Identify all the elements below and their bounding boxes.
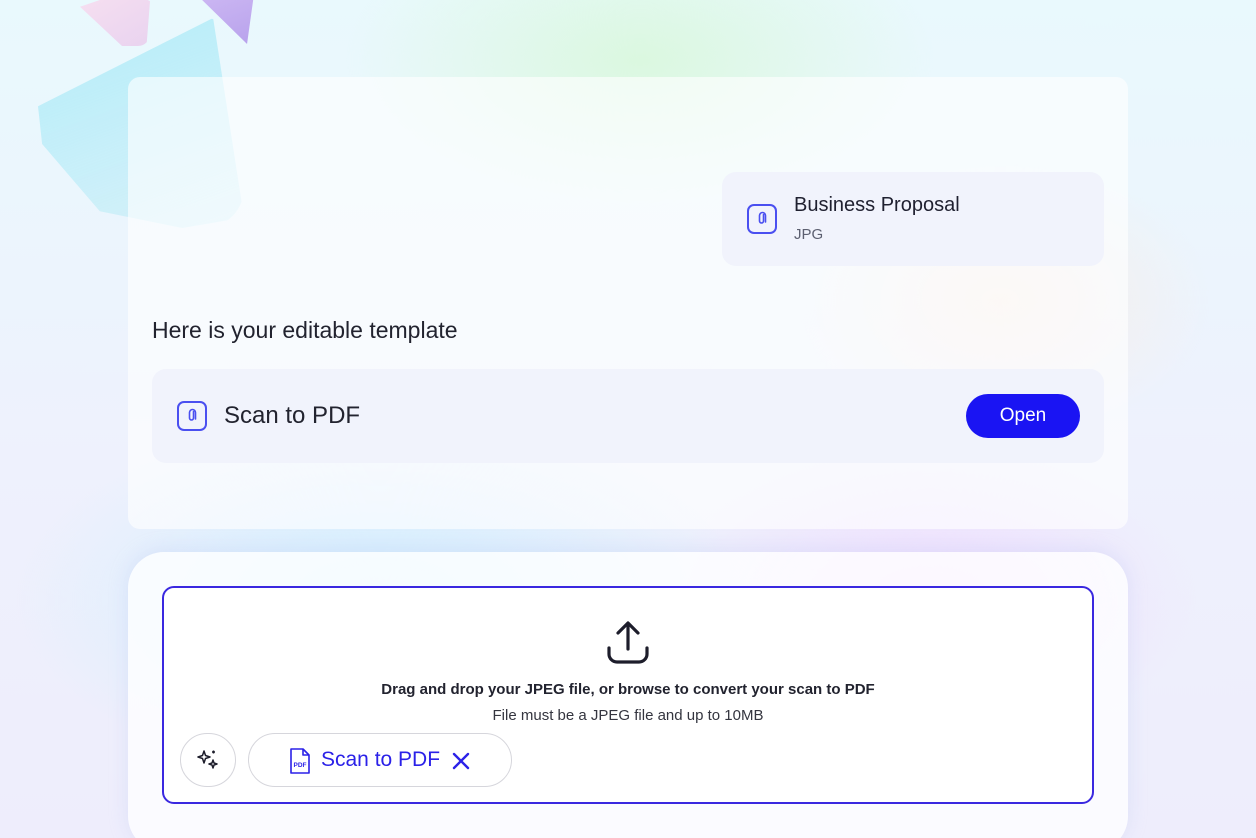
dropzone-title: Drag and drop your JPEG file, or browse … (381, 681, 875, 698)
svg-text:PDF: PDF (294, 762, 307, 769)
upload-icon (607, 621, 649, 664)
attached-file-type: JPG (794, 226, 824, 243)
open-template-button[interactable]: Open (966, 394, 1080, 438)
selected-tool-chip[interactable]: PDF Scan to PDF (248, 733, 512, 787)
chat-panel: Business Proposal JPG Here is your edita… (128, 77, 1128, 529)
sparkle-icon (197, 750, 218, 769)
template-title: Scan to PDF (224, 402, 361, 429)
dropzone-subtitle: File must be a JPEG file and up to 10MB (492, 707, 764, 724)
paperclip-icon (177, 401, 207, 431)
paperclip-icon (747, 204, 777, 234)
ai-sparkle-button[interactable] (180, 733, 236, 787)
pdf-file-icon: PDF (290, 748, 310, 774)
file-dropzone[interactable]: Drag and drop your JPEG file, or browse … (162, 586, 1094, 804)
attached-file-name: Business Proposal (794, 194, 960, 216)
selected-tool-label: Scan to PDF (321, 748, 441, 771)
close-icon[interactable] (449, 749, 473, 773)
template-result-card: Scan to PDF Open (152, 369, 1104, 463)
attached-file-chip[interactable]: Business Proposal JPG (722, 172, 1104, 266)
decorative-pink-shape (80, 0, 150, 46)
assistant-message: Here is your editable template (152, 317, 458, 343)
composer-panel: Drag and drop your JPEG file, or browse … (128, 552, 1128, 838)
